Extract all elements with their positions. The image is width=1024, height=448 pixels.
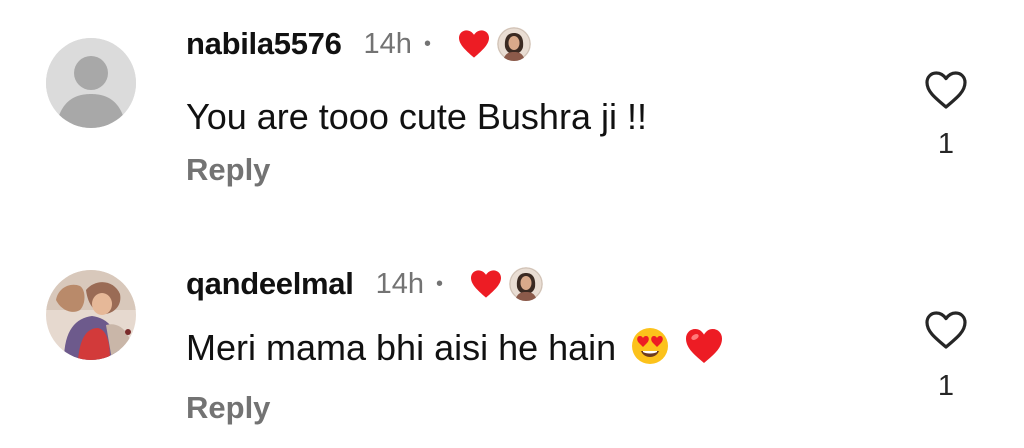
creator-avatar [496, 27, 531, 61]
red-heart-icon [470, 270, 501, 298]
timestamp: 14h [363, 27, 412, 60]
red-heart-emoji-icon [686, 329, 723, 363]
heart-outline-icon[interactable] [924, 310, 968, 350]
like-count: 1 [937, 370, 955, 402]
red-heart-icon [458, 30, 489, 58]
username[interactable]: qandeelmal [186, 266, 354, 302]
reply-button[interactable]: Reply [186, 152, 270, 188]
photo-avatar[interactable] [46, 270, 136, 360]
heart-outline-icon[interactable] [924, 70, 968, 110]
comment-body: Meri mama bhi aisi he hain [186, 327, 617, 368]
comment-header: nabila5576 14h • [186, 26, 531, 62]
comment-text: Meri mama bhi aisi he hain [186, 326, 724, 369]
like-count: 1 [937, 128, 955, 160]
creator-avatar [508, 267, 543, 301]
username[interactable]: nabila5576 [186, 26, 342, 62]
heart-eyes-emoji-icon [632, 328, 669, 364]
separator-dot: • [435, 272, 443, 295]
separator-dot: • [423, 32, 431, 55]
comment-body: You are tooo cute Bushra ji !! [186, 96, 647, 137]
default-avatar[interactable] [46, 38, 136, 128]
timestamp: 14h [375, 267, 424, 300]
profile-photo [46, 270, 136, 360]
comment-item: qandeelmal 14h • Meri mama bhi aisi he h… [0, 230, 1024, 448]
comment-text: You are tooo cute Bushra ji !! [186, 96, 647, 138]
comment-item: nabila5576 14h • You are tooo cute Bushr… [0, 0, 1024, 230]
person-silhouette-icon [46, 38, 136, 128]
reply-button[interactable]: Reply [186, 390, 270, 426]
comment-header: qandeelmal 14h • [186, 266, 543, 302]
